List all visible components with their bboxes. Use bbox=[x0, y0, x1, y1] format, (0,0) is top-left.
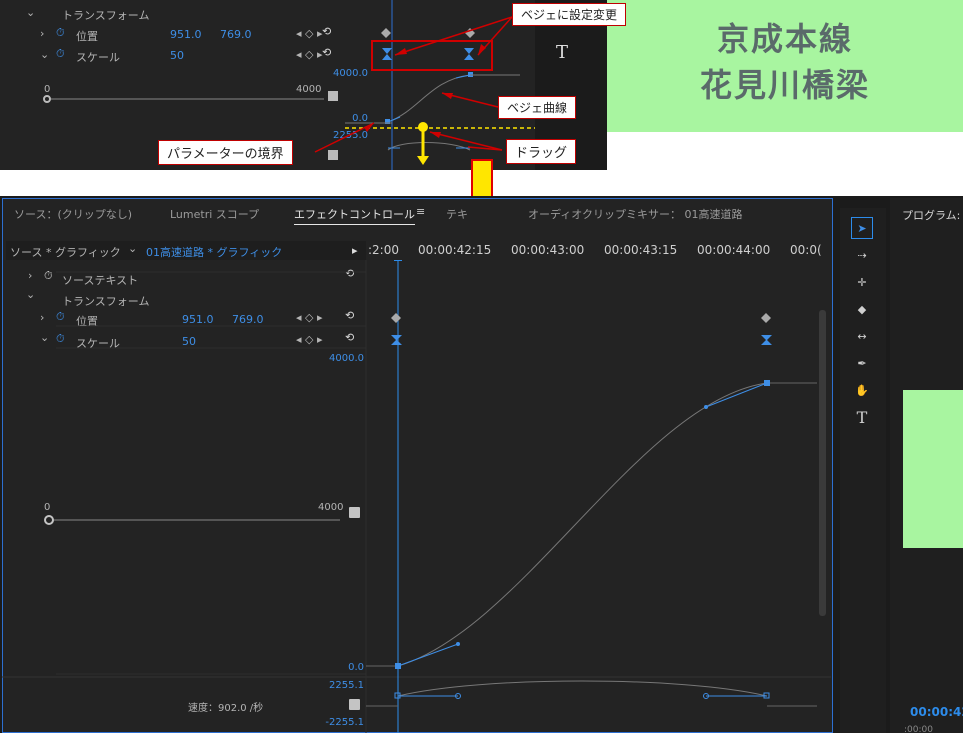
selection-tool-icon[interactable]: ➤ bbox=[851, 217, 873, 239]
play-only-icon[interactable]: ▸ bbox=[352, 244, 358, 257]
top-preview: 京成本線 花見川橋梁 bbox=[607, 0, 963, 132]
timecode-2: 00:00:43:00 bbox=[511, 243, 585, 257]
tab-effect-controls[interactable]: エフェクトコントロール bbox=[294, 206, 415, 225]
tab-menu-icon[interactable]: ≡ bbox=[416, 205, 425, 218]
pen-tool-icon[interactable]: ✒ bbox=[851, 352, 873, 374]
timecode-4: 00:00:44:00 bbox=[697, 243, 771, 257]
timecode-1: 00:00:42:15 bbox=[418, 243, 492, 257]
track-select-tool-icon[interactable]: ⇢ bbox=[851, 244, 873, 266]
annotation-drag: ドラッグ bbox=[506, 139, 577, 164]
timecode-3: 00:00:43:15 bbox=[604, 243, 678, 257]
clip-select[interactable]: 01高速道路 * グラフィック bbox=[146, 244, 282, 260]
annotation-bezier-curve: ベジェ曲線 bbox=[498, 96, 577, 119]
tab-lumetri-scopes[interactable]: Lumetri スコープ bbox=[170, 206, 259, 222]
tab-source[interactable]: ソース：(クリップなし) bbox=[14, 206, 132, 222]
source-select[interactable]: ソース * グラフィック bbox=[10, 244, 121, 260]
preview-title-line1: 京成本線 bbox=[716, 20, 853, 58]
bottom-graph-svg bbox=[2, 260, 831, 733]
slip-tool-icon[interactable]: ↔ bbox=[851, 325, 873, 347]
tab-text[interactable]: テキ bbox=[446, 206, 468, 222]
tab-audio-clip-mixer[interactable]: オーディオクリップミキサー： 01高速道路 bbox=[528, 206, 743, 222]
preview-title-line2: 花見川橋梁 bbox=[699, 66, 870, 104]
top-screenshot: 京成本線 花見川橋梁 ⌄ トランスフォーム › ⏱ 位置 951.0 769.0… bbox=[0, 0, 963, 170]
chevron-down-icon[interactable]: ⌄ bbox=[128, 242, 137, 255]
razor-tool-icon[interactable]: ◆ bbox=[851, 298, 873, 320]
program-monitor-label: プログラム: bbox=[902, 209, 961, 222]
type-tool-icon[interactable]: T bbox=[851, 406, 873, 428]
annotation-bezier-change: ベジェに設定変更 bbox=[512, 3, 627, 26]
timecode-0: :2:00 bbox=[368, 243, 399, 257]
annotation-param-boundary: パラメーターの境界 bbox=[158, 140, 293, 165]
program-preview bbox=[903, 390, 963, 548]
timecode-5: 00:0( bbox=[790, 243, 822, 257]
ripple-edit-tool-icon[interactable]: ✛ bbox=[851, 271, 873, 293]
program-timecode[interactable]: 00:00:42 bbox=[910, 705, 963, 719]
program-timecode-secondary: :00:00 bbox=[904, 725, 933, 735]
hand-tool-icon[interactable]: ✋ bbox=[851, 379, 873, 401]
